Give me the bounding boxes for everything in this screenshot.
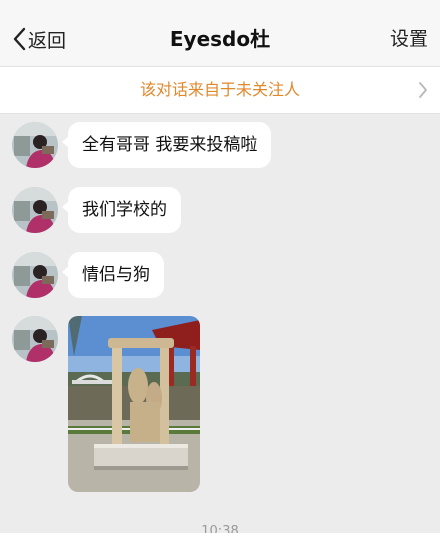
avatar-image <box>12 187 58 233</box>
avatar-image <box>12 252 58 298</box>
chevron-right-icon <box>419 82 427 98</box>
photo-message[interactable] <box>68 316 200 492</box>
message-bubble[interactable]: 情侣与狗 <box>62 252 164 298</box>
page-title: Eyesdo杜 <box>169 27 271 51</box>
nav-bar: 返回 Eyesdo杜 设置 <box>0 0 440 66</box>
avatar-image <box>12 122 58 168</box>
sculpture-photo <box>68 316 200 492</box>
settings-button[interactable]: 设置 <box>390 24 428 54</box>
notice-text: 该对话来自于未关注人 <box>139 80 300 99</box>
message-bubble[interactable]: 我们学校的 <box>62 187 181 233</box>
avatar-image <box>12 316 58 362</box>
message-bubble[interactable]: 全有哥哥 我要来投稿啦 <box>61 122 272 168</box>
chat-screen: 返回 Eyesdo杜 设置 该对话来自于未关注人 全有哥哥 我要来投稿啦 我们学… <box>0 0 440 533</box>
sender-avatar[interactable] <box>12 252 58 298</box>
message-timestamp: 10:38 <box>201 524 239 533</box>
sender-avatar[interactable] <box>12 316 58 362</box>
sender-avatar[interactable] <box>12 187 58 233</box>
sender-avatar[interactable] <box>12 122 58 168</box>
unfollowed-notice-bar[interactable]: 该对话来自于未关注人 <box>0 66 440 114</box>
